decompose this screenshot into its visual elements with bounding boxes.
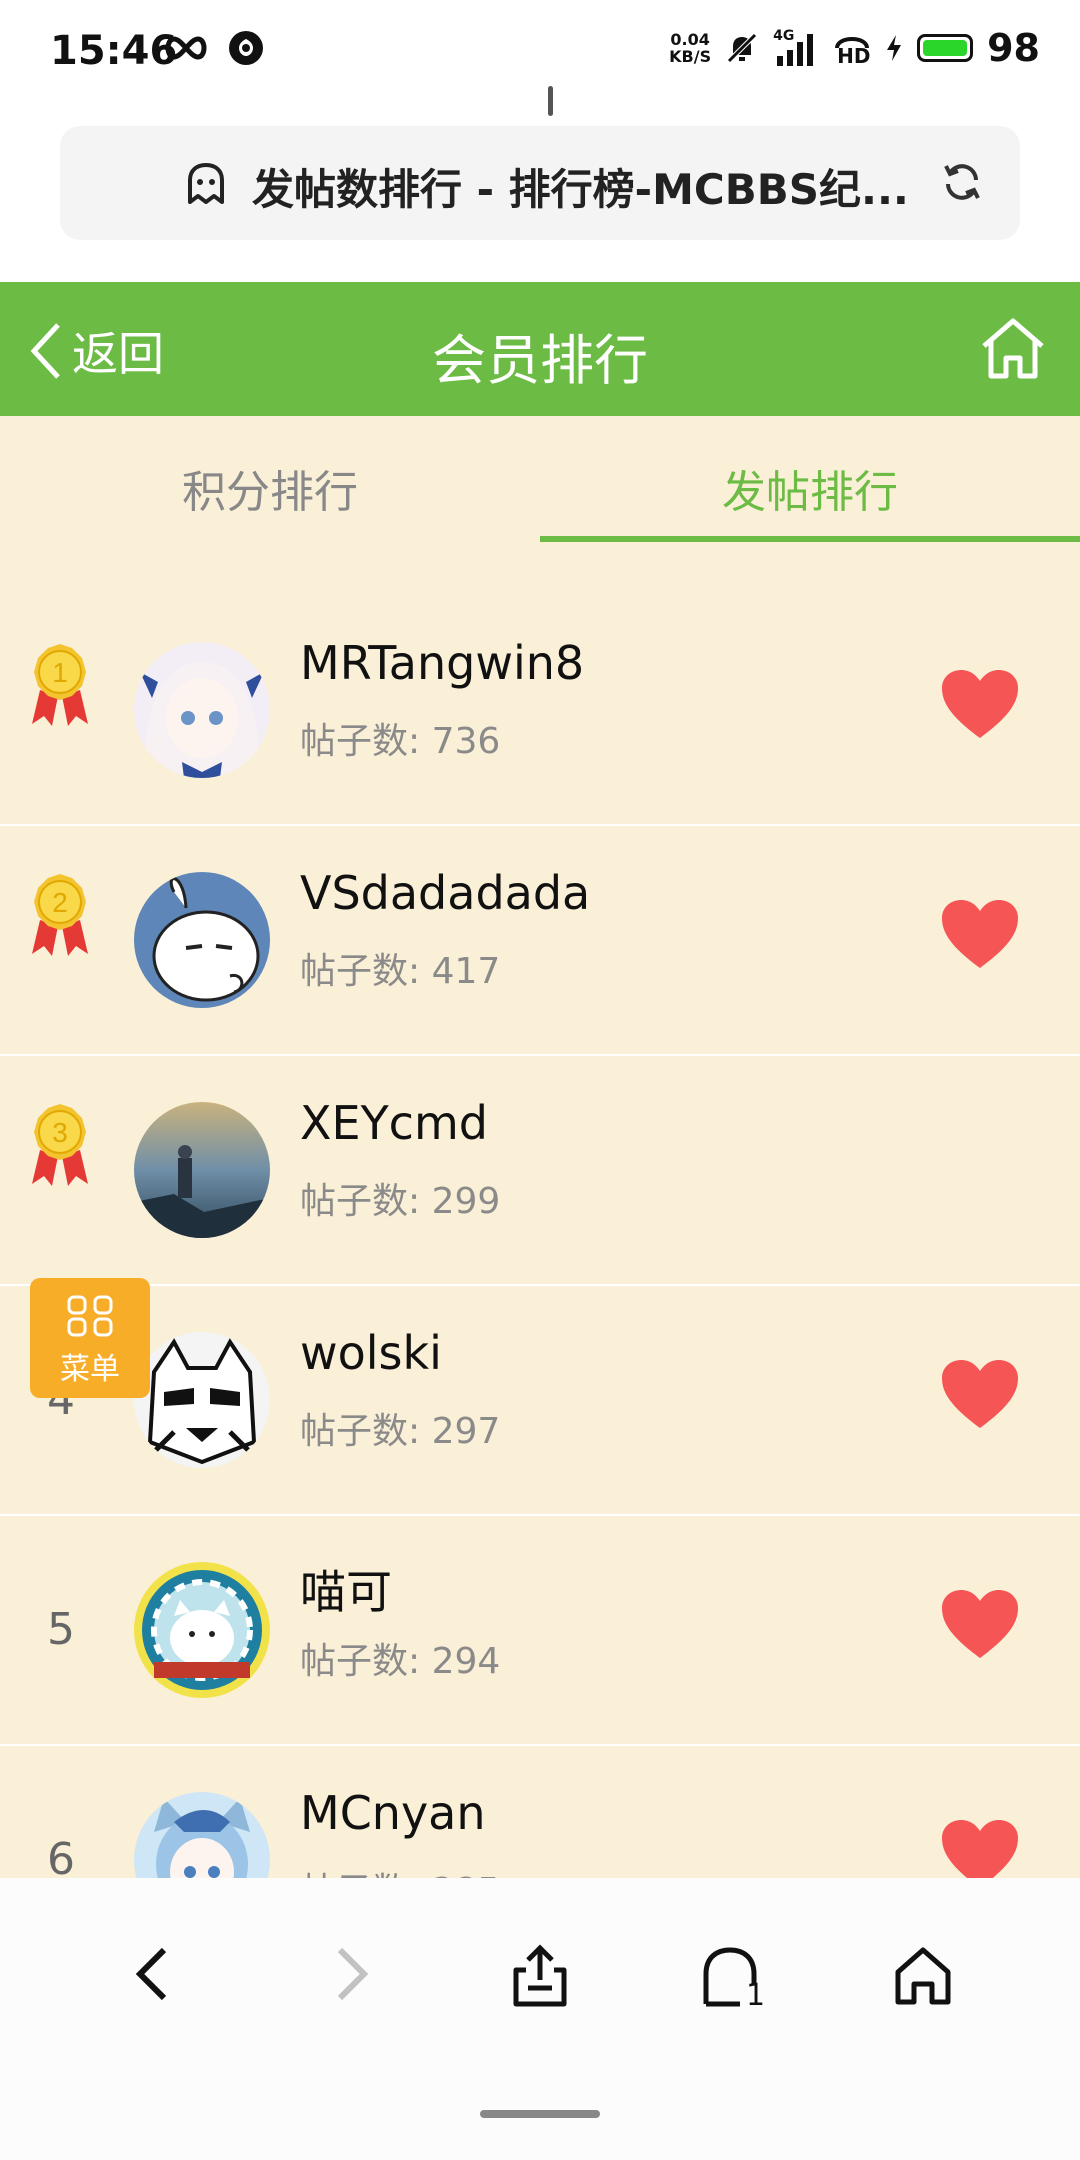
svg-text:2: 2 bbox=[52, 887, 68, 918]
avatar[interactable] bbox=[134, 1332, 270, 1468]
home-indicator[interactable] bbox=[480, 2110, 600, 2118]
status-left-icons bbox=[162, 30, 264, 66]
battery-level: 98 bbox=[987, 26, 1040, 70]
heart-icon[interactable] bbox=[940, 898, 1020, 970]
post-count: 帖子数: 299 bbox=[300, 1181, 501, 1222]
network-type: 4G bbox=[773, 28, 795, 44]
gold-medal-icon: 1 bbox=[32, 644, 88, 726]
avatar[interactable] bbox=[134, 1562, 270, 1698]
menu-button-label: 菜单 bbox=[60, 1352, 120, 1387]
svg-text:3: 3 bbox=[52, 1117, 68, 1148]
rank-number: 5 bbox=[47, 1604, 75, 1655]
username[interactable]: VSdadadada bbox=[300, 866, 590, 920]
page-title: 发帖数排行 - 排行榜-MCBBS纪... bbox=[252, 165, 909, 214]
forward-icon[interactable] bbox=[332, 1944, 372, 2004]
header-title: 会员排行 bbox=[432, 329, 648, 392]
reload-icon[interactable] bbox=[940, 160, 984, 204]
mute-bell-icon bbox=[727, 33, 757, 63]
battery-icon bbox=[917, 34, 974, 62]
username[interactable]: XEYcmd bbox=[300, 1096, 488, 1150]
gold-medal-icon: 3 bbox=[32, 1104, 88, 1186]
ghost-icon bbox=[188, 163, 224, 204]
ranking-tabs: 积分排行 发帖排行 bbox=[0, 416, 1080, 546]
back-icon[interactable] bbox=[132, 1944, 172, 2004]
home-icon[interactable] bbox=[980, 316, 1046, 380]
charging-icon bbox=[887, 35, 902, 61]
rank-number: 6 bbox=[47, 1834, 75, 1878]
post-count: 帖子数: 297 bbox=[300, 1411, 501, 1452]
content-area: 积分排行 发帖排行 1 MRTangwin8 帖子数: 736 2 VSdada… bbox=[0, 416, 1080, 1878]
net-speed-unit: KB/S bbox=[669, 47, 712, 66]
app-header: 返回 会员排行 bbox=[0, 282, 1080, 416]
app-notification-icon bbox=[229, 31, 263, 65]
status-bar: 15:46 0.04 KB/S 4G HD 98 bbox=[0, 0, 1080, 110]
avatar[interactable] bbox=[134, 1102, 270, 1238]
post-count: 帖子数: 736 bbox=[300, 721, 501, 762]
heart-icon[interactable] bbox=[940, 668, 1020, 740]
status-right-icons: 0.04 KB/S 4G HD 98 bbox=[669, 26, 1040, 70]
home-icon[interactable] bbox=[892, 1944, 954, 2006]
post-count: 帖子数: 417 bbox=[300, 951, 501, 992]
avatar[interactable] bbox=[134, 642, 270, 778]
hd-voice-icon: HD bbox=[833, 30, 871, 68]
tab-count: 1 bbox=[746, 1978, 766, 2013]
username[interactable]: MRTangwin8 bbox=[300, 636, 584, 690]
browser-bottom-bar: 1 bbox=[0, 1878, 1080, 2160]
username[interactable]: 喵可 bbox=[300, 1556, 392, 1622]
post-count: 帖子数: 294 bbox=[300, 1641, 501, 1682]
list-item[interactable]: 3 XEYcmd 帖子数: 299 bbox=[0, 1056, 1080, 1286]
status-time: 15:46 bbox=[50, 28, 178, 74]
tab-posts-ranking[interactable]: 发帖排行 bbox=[540, 456, 1080, 520]
avatar[interactable] bbox=[134, 1792, 270, 1878]
signal-4g-icon: 4G bbox=[773, 28, 819, 66]
gold-medal-icon: 2 bbox=[32, 874, 88, 956]
menu-button[interactable]: 菜单 bbox=[30, 1278, 150, 1398]
hd-label: HD bbox=[837, 44, 871, 68]
heart-icon[interactable] bbox=[940, 1818, 1020, 1878]
post-count: 帖子数: 285 bbox=[300, 1862, 500, 1878]
list-item[interactable]: 2 VSdadadada 帖子数: 417 bbox=[0, 826, 1080, 1056]
address-bar[interactable]: 发帖数排行 - 排行榜-MCBBS纪... bbox=[60, 126, 1020, 240]
heart-icon[interactable] bbox=[940, 1588, 1020, 1660]
share-icon[interactable] bbox=[510, 1944, 570, 2008]
list-item[interactable]: 4 wolski 帖子数: 297 bbox=[0, 1286, 1080, 1516]
username[interactable]: wolski bbox=[300, 1326, 442, 1380]
ranking-list: 1 MRTangwin8 帖子数: 736 2 VSdadadada 帖子数: … bbox=[0, 596, 1080, 1878]
infinity-icon bbox=[165, 36, 207, 60]
drag-handle[interactable] bbox=[548, 86, 553, 116]
heart-icon[interactable] bbox=[940, 1358, 1020, 1430]
net-speed-value: 0.04 bbox=[670, 30, 710, 49]
grid-menu-icon bbox=[67, 1295, 113, 1337]
tab-points-ranking[interactable]: 积分排行 bbox=[0, 456, 540, 520]
list-item[interactable]: 5 喵可 帖子数: 294 bbox=[0, 1516, 1080, 1746]
active-tab-indicator bbox=[540, 536, 1080, 542]
avatar[interactable] bbox=[134, 872, 270, 1008]
tabs-button[interactable]: 1 bbox=[700, 1944, 770, 2014]
username[interactable]: MCnyan bbox=[300, 1786, 486, 1840]
net-speed: 0.04 KB/S bbox=[669, 31, 711, 65]
list-item[interactable]: 6 MCnyan 帖子数: 285 bbox=[0, 1746, 1080, 1878]
svg-text:1: 1 bbox=[52, 657, 68, 688]
list-item[interactable]: 1 MRTangwin8 帖子数: 736 bbox=[0, 596, 1080, 826]
